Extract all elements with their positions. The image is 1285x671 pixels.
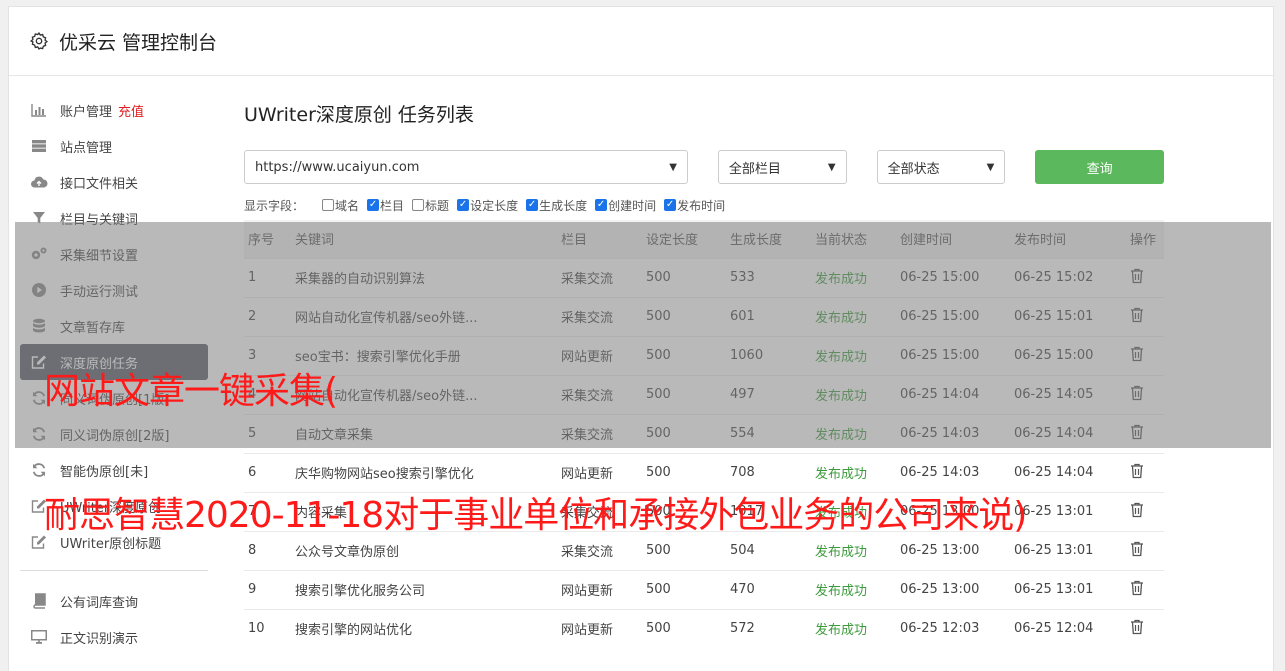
gear-icon: [29, 32, 48, 50]
field-checkbox[interactable]: ✓ 栏目: [367, 197, 404, 214]
table-cell: 发布成功: [811, 608, 896, 648]
sidebar-item-1[interactable]: 公有词库查询: [20, 583, 208, 619]
sidebar-item-3[interactable]: 接口文件相关: [20, 164, 208, 200]
table-cell: 572: [726, 608, 811, 648]
site-select[interactable]: https://www.ucaiyun.com ▼: [244, 150, 688, 184]
table-cell: 06-25 14:04: [1010, 452, 1126, 492]
field-checkbox-label: 创建时间: [608, 198, 657, 213]
trash-icon[interactable]: [1130, 502, 1144, 518]
table-cell: 10: [244, 608, 291, 648]
gray-overlay: [15, 222, 1271, 448]
status-select[interactable]: 全部状态 ▼: [876, 150, 1006, 184]
table-cell: 9: [244, 569, 291, 609]
display-fields-label: 显示字段：: [244, 198, 305, 213]
sidebar-divider: [20, 570, 208, 571]
delete-action[interactable]: [1126, 452, 1164, 492]
table-cell: 发布成功: [811, 569, 896, 609]
app-title: 优采云 管理控制台: [59, 31, 218, 54]
chevron-down-icon: ▼: [669, 161, 677, 173]
checkbox-checked-icon: ✓: [457, 199, 470, 211]
trash-icon[interactable]: [1130, 580, 1144, 596]
sidebar-item-2[interactable]: 站点管理: [20, 128, 208, 164]
sidebar-item-label: 站点管理: [60, 140, 113, 156]
chevron-down-icon: ▼: [986, 161, 995, 173]
sidebar-item-label: 正文识别演示: [60, 631, 139, 647]
table-cell: 06-25 13:01: [1010, 491, 1126, 531]
sidebar-item-label: 智能伪原创[未]: [60, 464, 149, 480]
table-cell: 06-25 13:01: [1010, 530, 1126, 570]
table-cell: 06-25 12:03: [896, 608, 1010, 648]
table-cell: 网站更新: [557, 608, 642, 648]
field-checkbox-label: 生成长度: [539, 198, 588, 213]
sidebar-item-11[interactable]: 智能伪原创[未]: [20, 452, 208, 488]
trash-icon[interactable]: [1130, 541, 1144, 557]
bar-chart-icon: [30, 101, 48, 119]
site-select-value: https://www.ucaiyun.com: [255, 159, 420, 175]
delete-action[interactable]: [1126, 530, 1164, 570]
watermark-line-2: 耐思智慧2020-11-18对于事业单位和承接外包业务的公司来说): [44, 495, 1027, 536]
trash-icon[interactable]: [1130, 463, 1144, 479]
delete-action[interactable]: [1126, 608, 1164, 648]
field-checkbox[interactable]: ✓ 创建时间: [595, 197, 656, 214]
checkbox-checked-icon: ✓: [595, 199, 608, 211]
watermark-line-1: 网站文章一键采集(: [44, 371, 338, 412]
field-checkbox[interactable]: ✓ 设定长度: [457, 197, 518, 214]
field-checkbox-label: 设定长度: [470, 198, 519, 213]
server-icon: [30, 137, 48, 155]
checkbox-empty-icon: [322, 199, 335, 211]
checkbox-empty-icon: [412, 199, 425, 211]
recharge-link[interactable]: 充值: [118, 101, 144, 120]
query-button[interactable]: 查询: [1035, 150, 1164, 184]
display-fields: 显示字段： 域名 ✓ 栏目 标题 ✓ 设定长度 ✓ 生成长度 ✓ 创建时间 ✓ 发布时间: [244, 196, 1164, 214]
field-checkbox[interactable]: ✓ 生成长度: [526, 197, 587, 214]
field-checkbox-label: 域名: [335, 198, 360, 213]
table-cell: 06-25 12:04: [1010, 608, 1126, 648]
filter-bar: https://www.ucaiyun.com ▼ 全部栏目 ▼ 全部状态 ▼ …: [244, 150, 1164, 184]
checkbox-checked-icon: ✓: [526, 199, 539, 211]
cloud-upload-icon: [30, 173, 48, 191]
delete-action[interactable]: [1126, 569, 1164, 609]
field-checkbox-label: 栏目: [380, 198, 405, 213]
book-icon: [30, 592, 48, 610]
refresh-icon: [30, 461, 48, 479]
table-cell: 网站更新: [557, 569, 642, 609]
table-cell: 06-25 13:01: [1010, 569, 1126, 609]
status-select-value: 全部状态: [887, 161, 940, 177]
table-cell: 06-25 13:00: [896, 569, 1010, 609]
sidebar-item-label: 公有词库查询: [60, 595, 139, 611]
sidebar-item-label: 接口文件相关: [60, 176, 139, 192]
sidebar-item-2[interactable]: 正文识别演示: [20, 619, 208, 655]
field-checkbox[interactable]: 标题: [412, 197, 449, 214]
delete-action[interactable]: [1126, 491, 1164, 531]
chevron-down-icon: ▼: [827, 161, 836, 173]
table-cell: 搜索引擎的网站优化: [291, 608, 557, 648]
table-cell: 500: [642, 608, 726, 648]
field-checkbox-label: 发布时间: [677, 198, 726, 213]
table-row: 9 搜索引擎优化服务公司 网站更新 500 470 发布成功 06-25 13:00 06-2…: [244, 569, 1164, 609]
table-cell: 500: [642, 569, 726, 609]
table-row: 10 搜索引擎的网站优化 网站更新 500 572 发布成功 06-25 12:03 06-2…: [244, 608, 1164, 648]
page-title: UWriter深度原创 任务列表: [244, 104, 474, 126]
column-select-value: 全部栏目: [728, 161, 781, 177]
checkbox-checked-icon: ✓: [664, 199, 677, 211]
field-checkbox[interactable]: ✓ 发布时间: [664, 197, 725, 214]
table-cell: 搜索引擎优化服务公司: [291, 569, 557, 609]
sidebar-item-1[interactable]: 账户管理 充值: [20, 92, 208, 128]
column-select[interactable]: 全部栏目 ▼: [717, 150, 847, 184]
checkbox-checked-icon: ✓: [367, 199, 380, 211]
trash-icon[interactable]: [1130, 619, 1144, 635]
field-checkbox-label: 标题: [425, 198, 450, 213]
sidebar-item-label: 账户管理: [60, 104, 113, 120]
table-cell: 470: [726, 569, 811, 609]
field-checkbox[interactable]: 域名: [322, 197, 359, 214]
top-bar: 优采云 管理控制台: [9, 7, 1273, 76]
monitor-icon: [30, 628, 48, 646]
